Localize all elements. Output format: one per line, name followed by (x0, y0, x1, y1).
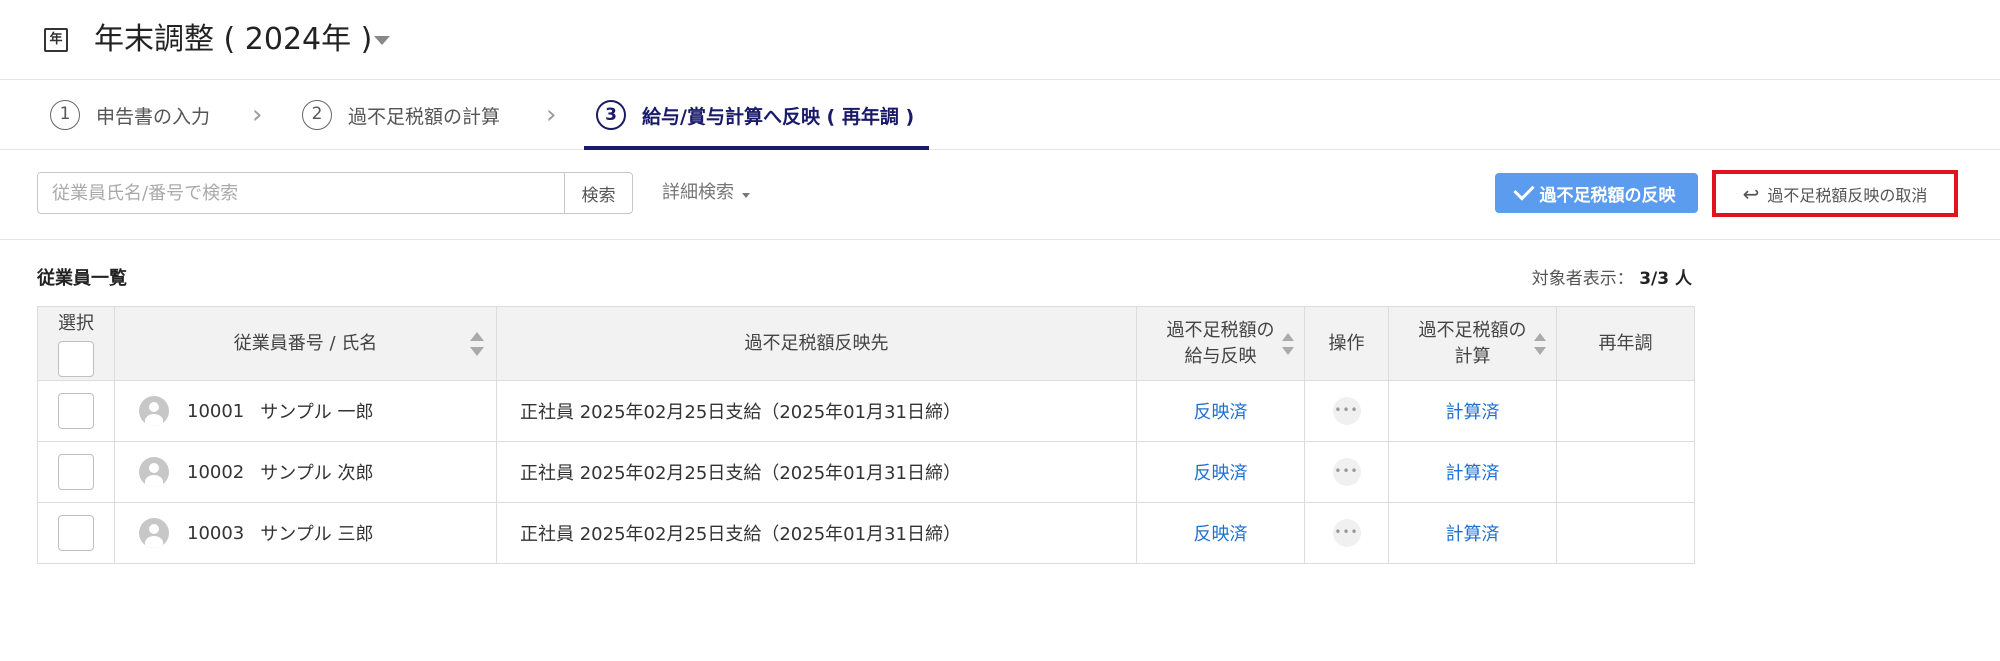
row-checkbox[interactable] (58, 393, 94, 429)
step-label: 給与/賞与計算へ反映 ( 再年調 ) (642, 105, 915, 128)
sort-icon[interactable] (1534, 332, 1546, 355)
operation-header-label: 操作 (1328, 332, 1365, 354)
more-icon[interactable]: ••• (1332, 458, 1361, 486)
reflect-tax-button[interactable]: 過不足税額の反映 (1495, 173, 1698, 213)
row-checkbox[interactable] (58, 515, 94, 551)
destination-header-label: 過不足税額反映先 (744, 332, 889, 354)
employee-column-header[interactable]: 従業員番号 / 氏名 (114, 306, 497, 381)
table-row: 10003 サンプル 三郎 正社員 2025年02月25日支給（2025年01月… (37, 502, 1695, 564)
calc-status-link[interactable]: 計算済 (1446, 402, 1500, 423)
reflect-header-line2: 給与反映 (1184, 345, 1257, 367)
list-title: 従業員一覧 (37, 268, 127, 289)
step-2-calculation[interactable]: 2 過不足税額の計算 (302, 80, 500, 150)
reflection-destination: 正社員 2025年02月25日支給（2025年01月31日締） (496, 502, 1137, 564)
employee-table: 選択 従業員番号 / 氏名 過不足税額反映先 過不足税額の 給与反映 操作 過不… (37, 306, 1695, 564)
readjust-header-label: 再年調 (1598, 332, 1653, 354)
calc-header-line1: 過不足税額の (1418, 319, 1527, 341)
chevron-right-icon: › (252, 100, 263, 130)
search-input[interactable] (37, 172, 565, 214)
select-header-label: 選択 (58, 312, 94, 334)
employee-header-label: 従業員番号 / 氏名 (233, 332, 378, 354)
readjust-cell (1556, 380, 1695, 442)
cancel-reflection-label: 過不足税額反映の取消 (1767, 185, 1928, 205)
readjust-column-header: 再年調 (1556, 306, 1695, 381)
operation-column-header: 操作 (1304, 306, 1389, 381)
step-number: 2 (302, 100, 332, 130)
reflect-header-line1: 過不足税額の (1166, 319, 1275, 341)
advanced-search-label: 詳細検索 (662, 182, 734, 203)
sort-icon[interactable] (470, 331, 484, 356)
step-navigation: 1 申告書の入力 › 2 過不足税額の計算 › 3 給与/賞与計算へ反映 ( 再… (0, 80, 2000, 150)
user-avatar-icon (139, 457, 169, 487)
employee-id: 10002 (187, 461, 245, 483)
table-row: 10002 サンプル 次郎 正社員 2025年02月25日支給（2025年01月… (37, 441, 1695, 503)
step-3-reflect[interactable]: 3 給与/賞与計算へ反映 ( 再年調 ) (596, 80, 914, 150)
select-all-checkbox[interactable] (58, 340, 94, 377)
step-number: 3 (596, 100, 626, 130)
reflection-destination: 正社員 2025年02月25日支給（2025年01月31日締） (496, 380, 1137, 442)
step-label: 過不足税額の計算 (348, 105, 501, 128)
more-icon[interactable]: ••• (1332, 397, 1361, 425)
table-header-row: 選択 従業員番号 / 氏名 過不足税額反映先 過不足税額の 給与反映 操作 過不… (37, 306, 1695, 381)
reflect-column-header[interactable]: 過不足税額の 給与反映 (1136, 306, 1305, 381)
caret-down-icon (742, 192, 750, 198)
cancel-reflection-button[interactable]: ↩ 過不足税額反映の取消 (1716, 174, 1954, 213)
app-header: 年 年末調整 ( 2024年 ) (0, 0, 2000, 80)
readjust-cell (1556, 441, 1695, 503)
reflect-status-link[interactable]: 反映済 (1194, 463, 1248, 484)
reflection-destination: 正社員 2025年02月25日支給（2025年01月31日締） (496, 441, 1137, 503)
user-avatar-icon (139, 396, 169, 426)
employee-name: サンプル 三郎 (260, 524, 374, 545)
title-dropdown-icon[interactable] (374, 36, 390, 45)
highlight-box: ↩ 過不足税額反映の取消 (1712, 170, 1958, 217)
target-count: 対象者表示： 3/3 人 (1532, 264, 1692, 289)
reflect-status-link[interactable]: 反映済 (1194, 524, 1248, 545)
chevron-right-icon: › (546, 100, 557, 130)
document-icon: 年 (44, 28, 68, 52)
step-number: 1 (50, 100, 80, 130)
employee-id: 10001 (187, 400, 245, 422)
sort-icon[interactable] (1282, 332, 1294, 355)
step-1-input[interactable]: 1 申告書の入力 (50, 80, 210, 150)
search-button[interactable]: 検索 (564, 172, 633, 214)
target-count-value: 3/3 人 (1639, 269, 1692, 289)
calc-column-header[interactable]: 過不足税額の 計算 (1388, 306, 1557, 381)
calc-status-link[interactable]: 計算済 (1446, 463, 1500, 484)
undo-icon: ↩ (1742, 181, 1760, 206)
select-column-header: 選択 (37, 306, 115, 381)
employee-name: サンプル 次郎 (260, 463, 374, 484)
step-label: 申告書の入力 (96, 105, 211, 128)
page-title: 年末調整 ( 2024年 ) (94, 22, 373, 57)
table-row: 10001 サンプル 一郎 正社員 2025年02月25日支給（2025年01月… (37, 380, 1695, 442)
check-icon (1512, 179, 1535, 201)
advanced-search-toggle[interactable]: 詳細検索 (662, 172, 750, 214)
calc-status-link[interactable]: 計算済 (1446, 524, 1500, 545)
target-count-label: 対象者表示： (1531, 269, 1634, 289)
toolbar: 検索 詳細検索 過不足税額の反映 ↩ 過不足税額反映の取消 (0, 150, 2000, 240)
row-checkbox[interactable] (58, 454, 94, 490)
reflect-tax-label: 過不足税額の反映 (1539, 185, 1676, 206)
more-icon[interactable]: ••• (1332, 519, 1361, 547)
calc-header-line2: 計算 (1454, 345, 1491, 367)
reflect-status-link[interactable]: 反映済 (1194, 402, 1248, 423)
employee-id: 10003 (187, 522, 245, 544)
user-avatar-icon (139, 518, 169, 548)
employee-name: サンプル 一郎 (260, 402, 374, 423)
readjust-cell (1556, 502, 1695, 564)
destination-column-header: 過不足税額反映先 (496, 306, 1137, 381)
